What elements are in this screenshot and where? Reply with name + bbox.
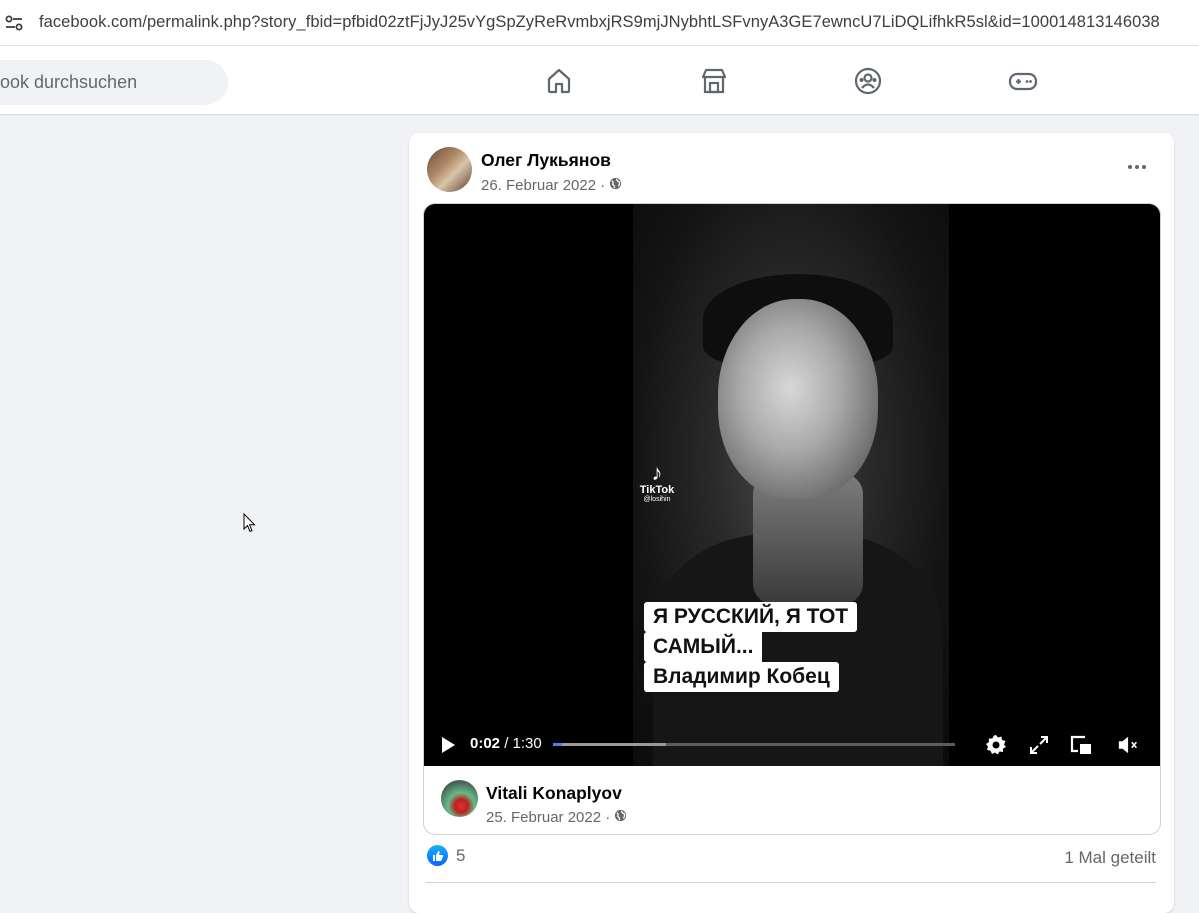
time-separator: / [500, 735, 513, 752]
buffer-bar [553, 743, 666, 746]
muted-speaker-icon[interactable] [1117, 733, 1141, 757]
settings-gear-icon[interactable] [984, 733, 1008, 757]
shared-author-name[interactable]: Vitali Konaplyov [486, 783, 622, 804]
marketplace-icon[interactable] [699, 66, 729, 96]
search-input[interactable]: ook durchsuchen [0, 60, 228, 105]
play-icon[interactable] [436, 733, 460, 757]
mouse-cursor-icon [243, 512, 257, 538]
post-meta: 26. Februar 2022 · [481, 177, 622, 194]
facebook-top-nav: ook durchsuchen [0, 46, 1199, 114]
shared-post-footer: Vitali Konaplyov 25. Februar 2022 · [424, 766, 1160, 834]
post-card: Олег Лукьянов 26. Februar 2022 · ♪ TikTo… [409, 133, 1174, 913]
gaming-icon[interactable] [1008, 66, 1038, 96]
search-placeholder: ook durchsuchen [0, 72, 138, 92]
fullscreen-icon[interactable] [1027, 733, 1051, 757]
globe-icon [609, 177, 622, 194]
divider [426, 882, 1156, 883]
current-time: 0:02 [470, 735, 501, 752]
tiktok-logo-icon: ♪ [651, 460, 663, 485]
video-player[interactable]: ♪ TikTok @losihin Я РУССКИЙ, Я ТОТ САМЫЙ… [424, 204, 1160, 766]
author-name[interactable]: Олег Лукьянов [481, 150, 611, 171]
url-field[interactable]: facebook.com/permalink.php?story_fbid=pf… [39, 13, 1160, 32]
shared-post: ♪ TikTok @losihin Я РУССКИЙ, Я ТОТ САМЫЙ… [423, 203, 1161, 835]
reactions-summary[interactable]: 5 [427, 845, 465, 866]
duration: 1:30 [512, 735, 542, 752]
video-caption-line3: Владимир Кобец [644, 662, 839, 692]
tiktok-brand: TikTok [639, 484, 675, 496]
video-caption-line1: Я РУССКИЙ, Я ТОТ [644, 602, 858, 632]
site-settings-icon[interactable] [0, 9, 28, 37]
post-date[interactable]: 26. Februar 2022 · [481, 177, 605, 194]
browser-address-bar: facebook.com/permalink.php?story_fbid=pf… [0, 0, 1199, 46]
progress-bar [553, 743, 562, 746]
like-count: 5 [456, 845, 466, 865]
video-time: 0:02 / 1:30 [470, 735, 542, 752]
like-reaction-icon [427, 845, 448, 866]
picture-in-picture-icon[interactable] [1069, 733, 1093, 757]
shared-author-avatar[interactable] [441, 780, 478, 817]
tiktok-handle: @losihin [643, 496, 671, 503]
video-frame: ♪ TikTok @losihin Я РУССКИЙ, Я ТОТ САМЫЙ… [633, 204, 949, 766]
video-controls: 0:02 / 1:30 [424, 725, 1160, 765]
shared-post-meta: 25. Februar 2022 · [486, 809, 627, 826]
tiktok-watermark: ♪ TikTok @losihin [639, 460, 675, 504]
shared-post-date[interactable]: 25. Februar 2022 · [486, 809, 610, 826]
author-avatar[interactable] [427, 147, 472, 192]
more-options-icon[interactable] [1125, 157, 1149, 177]
video-caption-line2: САМЫЙ... [644, 632, 763, 662]
globe-icon [614, 809, 627, 826]
video-scrubber[interactable] [553, 743, 955, 746]
video-subject-face [718, 299, 878, 499]
groups-icon[interactable] [853, 66, 883, 96]
share-count[interactable]: 1 Mal geteilt [1064, 848, 1156, 868]
home-icon[interactable] [544, 66, 574, 96]
